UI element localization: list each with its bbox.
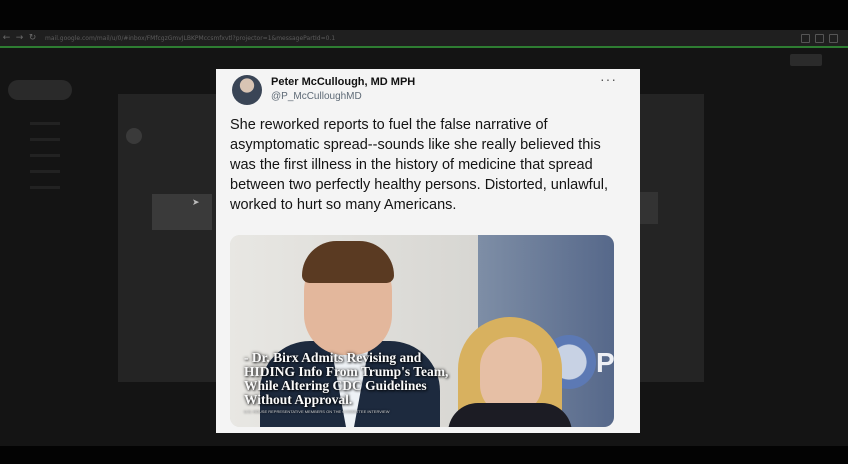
browser-menu-button[interactable] bbox=[790, 54, 822, 66]
author-name[interactable]: Peter McCullough, MD MPH bbox=[271, 76, 415, 88]
browser-toolbar: ← → ↻ mail.google.com/mail/u/0/#inbox/FM… bbox=[0, 30, 848, 48]
banner-letter: P bbox=[596, 347, 614, 378]
tweet-media-image[interactable]: P - Dr. Birx Admits Revising and HIDING … bbox=[230, 235, 614, 427]
more-options-icon[interactable]: ··· bbox=[600, 71, 617, 87]
tweet-text: She reworked reports to fuel the false n… bbox=[230, 117, 609, 213]
letterbox-top bbox=[0, 0, 848, 30]
reload-icon[interactable]: ↻ bbox=[26, 33, 39, 43]
profile-icon[interactable] bbox=[829, 33, 838, 43]
author-avatar[interactable] bbox=[232, 75, 262, 105]
forward-arrow-icon[interactable]: → bbox=[13, 33, 26, 43]
mouse-pointer-icon: ➤ bbox=[192, 198, 200, 208]
browser-extension-icons bbox=[801, 33, 838, 43]
author-handle[interactable]: @P_McCulloughMD bbox=[271, 91, 362, 102]
media-caption: - Dr. Birx Admits Revising and HIDING In… bbox=[244, 350, 449, 407]
mail-sidebar bbox=[30, 122, 60, 202]
letterbox-bottom bbox=[0, 446, 848, 464]
back-arrow-icon[interactable]: ← bbox=[0, 33, 13, 43]
sender-avatar bbox=[126, 128, 142, 144]
compose-button[interactable] bbox=[8, 80, 72, 100]
extension-icon[interactable] bbox=[815, 33, 824, 43]
man-figure-hair bbox=[302, 241, 394, 283]
bookmark-icon[interactable] bbox=[801, 33, 810, 43]
attachment-thumbnail[interactable] bbox=[152, 194, 212, 230]
tweet-card: Peter McCullough, MD MPH @P_McCulloughMD… bbox=[216, 69, 640, 433]
media-subcaption: U.S. HOUSE REPRESENTATIVE MEMBERS ON THE… bbox=[244, 409, 390, 414]
address-bar[interactable]: mail.google.com/mail/u/0/#inbox/FMfcgzGm… bbox=[45, 35, 801, 42]
